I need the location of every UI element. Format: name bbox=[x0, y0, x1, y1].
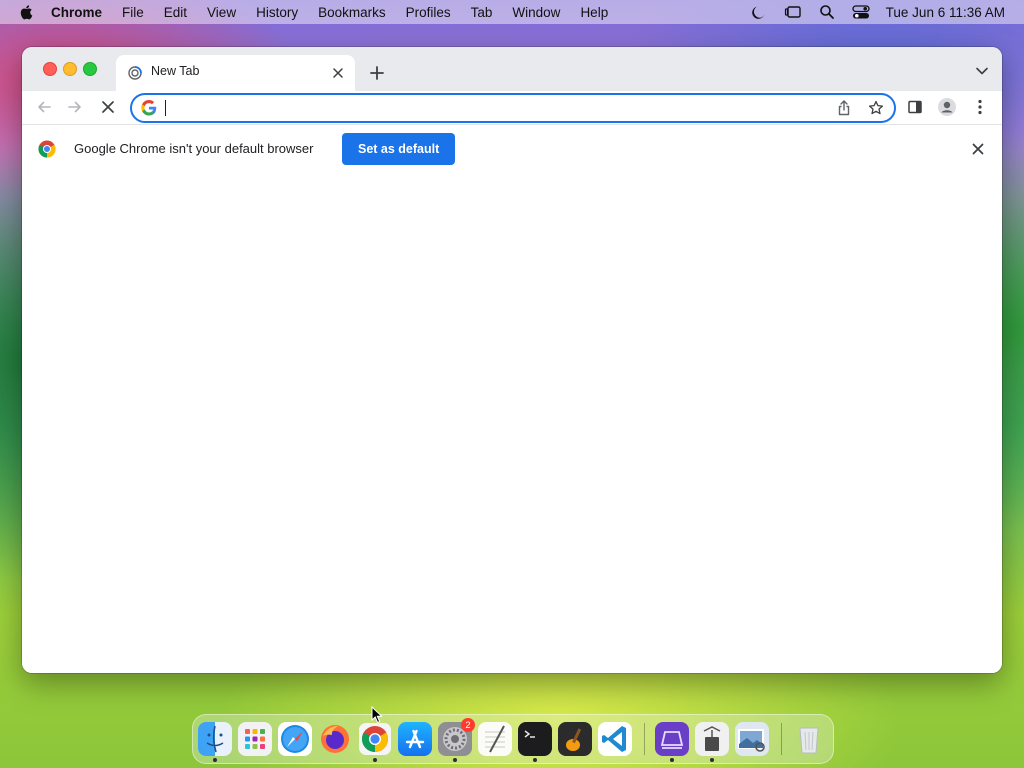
menu-history[interactable]: History bbox=[256, 5, 298, 20]
minimize-window-button[interactable] bbox=[63, 62, 77, 76]
close-tab-icon[interactable] bbox=[330, 65, 346, 81]
infobar-message: Google Chrome isn't your default browser bbox=[74, 141, 314, 156]
profile-avatar-icon[interactable] bbox=[937, 97, 957, 117]
dock-separator bbox=[781, 723, 782, 755]
menu-window[interactable]: Window bbox=[512, 5, 560, 20]
app-store-icon[interactable] bbox=[398, 722, 432, 756]
trash-icon[interactable] bbox=[792, 722, 826, 756]
preview-icon[interactable] bbox=[735, 722, 769, 756]
running-indicator bbox=[670, 758, 674, 762]
dock-separator bbox=[644, 723, 645, 755]
running-indicator bbox=[213, 758, 217, 762]
firefox-icon[interactable] bbox=[318, 722, 352, 756]
focus-moon-icon[interactable] bbox=[750, 3, 768, 21]
chrome-logo-icon bbox=[38, 140, 56, 158]
menubar-clock[interactable]: Tue Jun 6 11:36 AM bbox=[886, 5, 1005, 20]
garageband-icon[interactable] bbox=[558, 722, 592, 756]
stop-loading-icon[interactable] bbox=[98, 97, 118, 117]
tab-search-chevron-down-icon[interactable] bbox=[974, 63, 990, 79]
textedit-icon[interactable] bbox=[478, 722, 512, 756]
set-as-default-button[interactable]: Set as default bbox=[342, 133, 456, 165]
new-tab-plus-icon[interactable] bbox=[366, 62, 388, 84]
address-bar[interactable] bbox=[130, 93, 896, 123]
terminal-icon[interactable] bbox=[518, 722, 552, 756]
share-icon[interactable] bbox=[836, 100, 852, 116]
zoom-window-button[interactable] bbox=[83, 62, 97, 76]
menu-bookmarks[interactable]: Bookmarks bbox=[318, 5, 386, 20]
close-window-button[interactable] bbox=[43, 62, 57, 76]
menu-tab[interactable]: Tab bbox=[471, 5, 493, 20]
default-browser-infobar: Google Chrome isn't your default browser… bbox=[22, 124, 1002, 172]
kebab-menu-icon[interactable] bbox=[970, 97, 990, 117]
close-infobar-icon[interactable] bbox=[970, 141, 986, 157]
google-g-icon bbox=[141, 100, 157, 116]
tab-title: New Tab bbox=[151, 64, 200, 78]
notification-badge: 2 bbox=[461, 718, 475, 732]
page-content[interactable] bbox=[22, 171, 1002, 673]
spotlight-search-icon[interactable] bbox=[818, 3, 836, 21]
control-center-icon[interactable] bbox=[852, 3, 870, 21]
loading-spinner-icon bbox=[128, 66, 142, 80]
chrome-icon[interactable] bbox=[358, 722, 392, 756]
tab-new-tab[interactable]: New Tab bbox=[116, 55, 355, 91]
menu-bar: Chrome File Edit View History Bookmarks … bbox=[0, 0, 1024, 24]
stage-manager-icon[interactable] bbox=[784, 3, 802, 21]
system-settings-icon[interactable]: 2 bbox=[438, 718, 475, 756]
address-input[interactable] bbox=[163, 98, 823, 118]
running-indicator bbox=[453, 758, 457, 762]
back-arrow-icon[interactable] bbox=[34, 97, 54, 117]
launchpad-icon[interactable] bbox=[238, 722, 272, 756]
toolbar bbox=[22, 91, 1002, 124]
menu-help[interactable]: Help bbox=[580, 5, 608, 20]
bookmark-star-icon[interactable] bbox=[868, 100, 884, 116]
mouse-pointer-icon bbox=[371, 706, 383, 724]
finder-icon[interactable] bbox=[198, 722, 232, 756]
running-indicator bbox=[533, 758, 537, 762]
menu-app-name[interactable]: Chrome bbox=[51, 5, 102, 20]
running-indicator bbox=[710, 758, 714, 762]
tab-strip: New Tab bbox=[22, 47, 1002, 91]
menu-profiles[interactable]: Profiles bbox=[406, 5, 451, 20]
vscode-icon[interactable] bbox=[598, 722, 632, 756]
menu-file[interactable]: File bbox=[122, 5, 144, 20]
archive-utility-icon[interactable] bbox=[695, 722, 729, 756]
text-caret bbox=[165, 100, 166, 116]
forward-arrow-icon[interactable] bbox=[65, 97, 85, 117]
side-panel-icon[interactable] bbox=[905, 97, 925, 117]
dock: 2 bbox=[192, 714, 834, 764]
simulator-icon[interactable] bbox=[655, 722, 689, 756]
menu-view[interactable]: View bbox=[207, 5, 236, 20]
menu-edit[interactable]: Edit bbox=[164, 5, 187, 20]
running-indicator bbox=[373, 758, 377, 762]
safari-icon[interactable] bbox=[278, 722, 312, 756]
apple-menu-icon[interactable] bbox=[19, 4, 35, 20]
chrome-window: New Tab Google Chrome isn't your default… bbox=[22, 47, 1002, 673]
